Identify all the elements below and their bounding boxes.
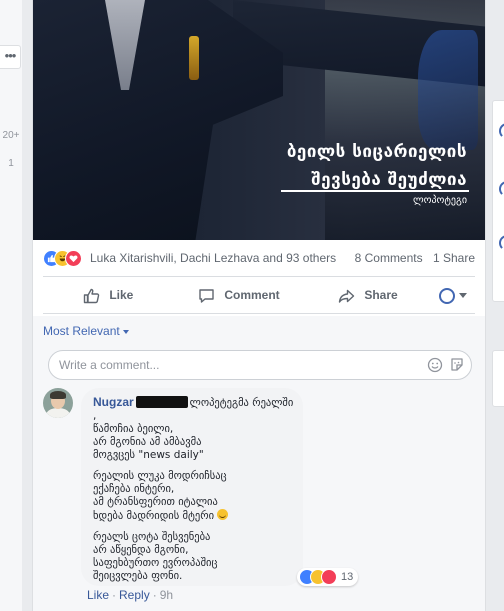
sticker-icon[interactable] [449,357,465,373]
comment-bubble-icon [198,288,224,303]
share-count-link[interactable]: 1 Share [433,251,475,265]
emoji-icon[interactable] [427,357,443,373]
post-as-selector[interactable] [439,280,469,310]
comment-text-para3: რეალს ცოტა შესვენება არ აწყენდა მგონი, ს… [93,531,218,582]
right-rail-icon[interactable] [499,181,504,197]
photo-headline-source: ლოპოტეგი [412,195,467,206]
comment-bubble: Nugzar ლოპეტეგმა რეალში , წამოჩია ბეილი, … [81,388,303,586]
share-arrow-icon [338,288,364,303]
separator-dot: · [112,588,117,602]
comments-section: Most Relevant Nugzarლოპეტეგმა რეალში , წ… [33,316,485,611]
comment-text-para1: წამოჩია ბეილი, არ მგონია ამ ამბავმა მოგვ… [93,423,204,461]
reaction-icons[interactable] [43,250,93,267]
right-rail-icon[interactable] [499,235,504,251]
right-rail [486,0,504,611]
photo-headline-line2: შევსება შეუძლია [311,170,467,190]
avatar[interactable] [43,388,73,418]
post-actions: Like Comment Share [43,280,475,310]
left-count-top: 20+ [2,130,20,141]
redacted-name [135,396,188,408]
comment-reply-link[interactable]: Reply [119,588,150,602]
comment-text-para2: რეალის ლუკა მოდრიჩსაც ექაჩება ინტერი, ამ… [93,470,227,522]
comment-author[interactable]: Nugzar [93,395,134,409]
love-reaction-icon [65,250,82,267]
chevron-down-icon [122,329,129,334]
right-rail-card [492,100,504,302]
left-count-bottom: 1 [8,158,14,169]
smile-emoji-icon [217,509,229,520]
comment-actions: Like · Reply · 9h [87,588,173,602]
more-options-button[interactable]: ••• [0,45,21,69]
comment-timestamp[interactable]: 9h [160,588,173,602]
share-button[interactable]: Share [338,280,398,310]
love-reaction-icon [321,569,337,586]
right-rail-card [492,350,504,407]
comment-label: Comment [224,288,280,302]
profile-picker-icon [439,287,455,304]
comment-input[interactable] [59,356,399,374]
comment-reactions-badge[interactable]: 13 [297,568,359,586]
comment-like-link[interactable]: Like [87,588,109,602]
photo-headline-line1: ბეილს სიცარიელის [286,142,467,162]
photo-crest [189,36,199,80]
avatar-body [46,408,70,418]
photo-background-figure [418,30,478,150]
reactions-summary: Luka Xitarishvili, Dachi Lezhava and 93 … [43,248,475,268]
comment-composer [48,350,472,380]
comment-reaction-count: 13 [341,571,354,583]
separator-dot: · [152,588,157,602]
comment-button[interactable]: Comment [198,280,280,310]
comment-sort-label: Most Relevant [43,324,120,338]
right-rail-icon[interactable] [499,123,504,139]
headline-underline [281,190,469,192]
like-label: Like [109,288,134,302]
divider [43,313,475,314]
like-button[interactable]: Like [83,280,133,310]
chevron-down-icon [459,293,467,299]
photo-suit [33,0,283,240]
comment-sort-dropdown[interactable]: Most Relevant [43,324,129,338]
left-rail: ••• 20+ 1 [0,0,22,611]
comment-count-link[interactable]: 8 Comments [355,251,423,265]
avatar-hair [50,391,66,399]
thumbs-up-icon [83,288,109,304]
share-label: Share [364,288,398,302]
divider [43,276,475,277]
reaction-names[interactable]: Luka Xitarishvili, Dachi Lezhava and 93 … [90,251,336,265]
post-card: ბეილს სიცარიელის შევსება შეუძლია ლოპოტეგ… [32,0,486,611]
post-photo[interactable]: ბეილს სიცარიელის შევსება შეუძლია ლოპოტეგ… [33,0,485,240]
engagement-counts: 8 Comments 1 Share [348,251,475,265]
